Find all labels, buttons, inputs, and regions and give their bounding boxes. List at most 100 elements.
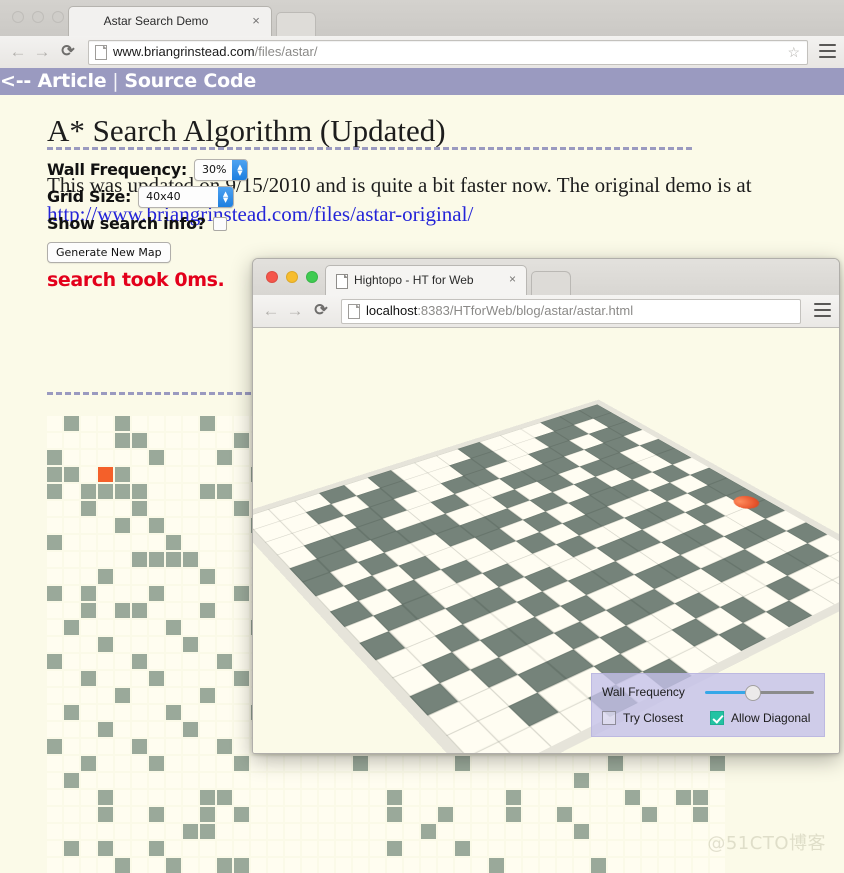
grid-cell-wall[interactable] xyxy=(98,569,113,584)
grid-cell-empty[interactable] xyxy=(166,501,181,516)
grid-cell-wall[interactable] xyxy=(132,603,147,618)
grid-cell-empty[interactable] xyxy=(387,756,402,771)
grid-cell-empty[interactable] xyxy=(251,790,266,805)
grid-cell-empty[interactable] xyxy=(81,773,96,788)
grid-cell-empty[interactable] xyxy=(404,824,419,839)
grid-cell-empty[interactable] xyxy=(642,858,657,873)
minimize-window-button[interactable] xyxy=(32,11,44,23)
grid-cell-empty[interactable] xyxy=(489,824,504,839)
grid-cell-wall[interactable] xyxy=(234,433,249,448)
grid-cell-empty[interactable] xyxy=(98,552,113,567)
address-bar[interactable]: www.briangrinstead.com/files/astar/ ☆ xyxy=(88,40,808,65)
grid-cell-empty[interactable] xyxy=(251,858,266,873)
grid-cell-wall[interactable] xyxy=(455,756,470,771)
grid-cell-empty[interactable] xyxy=(506,773,521,788)
grid-cell-empty[interactable] xyxy=(336,807,351,822)
grid-cell-wall[interactable] xyxy=(98,637,113,652)
grid-cell-empty[interactable] xyxy=(166,739,181,754)
maximize-window-button[interactable] xyxy=(306,271,318,283)
grid-cell-empty[interactable] xyxy=(472,841,487,856)
grid-cell-empty[interactable] xyxy=(421,858,436,873)
grid-cell-empty[interactable] xyxy=(710,858,725,873)
grid-cell-wall[interactable] xyxy=(132,654,147,669)
grid-cell-empty[interactable] xyxy=(404,790,419,805)
grid-cell-wall[interactable] xyxy=(506,790,521,805)
grid-cell-wall[interactable] xyxy=(200,603,215,618)
grid-cell-empty[interactable] xyxy=(64,654,79,669)
grid-cell-empty[interactable] xyxy=(64,858,79,873)
grid-cell-empty[interactable] xyxy=(132,824,147,839)
grid-cell-empty[interactable] xyxy=(149,790,164,805)
grid-cell-empty[interactable] xyxy=(115,722,130,737)
grid-cell-empty[interactable] xyxy=(438,824,453,839)
grid-cell-wall[interactable] xyxy=(132,552,147,567)
grid-cell-wall[interactable] xyxy=(166,620,181,635)
grid-cell-empty[interactable] xyxy=(149,688,164,703)
close-window-button[interactable] xyxy=(12,11,24,23)
grid-cell-empty[interactable] xyxy=(166,824,181,839)
grid-cell-empty[interactable] xyxy=(268,773,283,788)
grid-cell-empty[interactable] xyxy=(217,620,232,635)
grid-cell-empty[interactable] xyxy=(47,433,62,448)
maximize-window-button[interactable] xyxy=(52,11,64,23)
grid-cell-empty[interactable] xyxy=(200,501,215,516)
grid-cell-empty[interactable] xyxy=(149,569,164,584)
grid-cell-empty[interactable] xyxy=(472,790,487,805)
grid-cell-empty[interactable] xyxy=(166,807,181,822)
grid-cell-empty[interactable] xyxy=(183,773,198,788)
grid-cell-empty[interactable] xyxy=(523,790,538,805)
grid-cell-wall[interactable] xyxy=(47,450,62,465)
grid-cell-empty[interactable] xyxy=(64,484,79,499)
grid-cell-empty[interactable] xyxy=(132,416,147,431)
grid-cell-empty[interactable] xyxy=(353,824,368,839)
grid-cell-empty[interactable] xyxy=(523,824,538,839)
grid-cell-wall[interactable] xyxy=(149,552,164,567)
grid-cell-empty[interactable] xyxy=(710,790,725,805)
grid-cell-empty[interactable] xyxy=(132,858,147,873)
forward-icon[interactable]: → xyxy=(285,301,305,321)
grid-cell-empty[interactable] xyxy=(693,858,708,873)
grid-cell-empty[interactable] xyxy=(47,603,62,618)
grid-cell-wall[interactable] xyxy=(149,756,164,771)
grid-cell-empty[interactable] xyxy=(234,450,249,465)
grid-cell-empty[interactable] xyxy=(506,756,521,771)
grid-cell-empty[interactable] xyxy=(64,535,79,550)
grid-cell-empty[interactable] xyxy=(64,518,79,533)
grid-cell-empty[interactable] xyxy=(251,756,266,771)
grid-cell-empty[interactable] xyxy=(217,586,232,601)
grid-cell-wall[interactable] xyxy=(489,858,504,873)
grid-cell-empty[interactable] xyxy=(132,790,147,805)
grid-cell-wall[interactable] xyxy=(115,416,130,431)
grid-cell-empty[interactable] xyxy=(115,586,130,601)
grid-cell-wall[interactable] xyxy=(115,433,130,448)
grid-cell-empty[interactable] xyxy=(200,535,215,550)
grid-cell-empty[interactable] xyxy=(183,603,198,618)
grid-cell-wall[interactable] xyxy=(183,824,198,839)
grid-cell-wall[interactable] xyxy=(387,841,402,856)
grid-cell-wall[interactable] xyxy=(234,671,249,686)
grid-cell-empty[interactable] xyxy=(710,807,725,822)
grid-cell-empty[interactable] xyxy=(336,858,351,873)
grid-cell-empty[interactable] xyxy=(234,790,249,805)
grid-cell-empty[interactable] xyxy=(234,620,249,635)
grid-cell-empty[interactable] xyxy=(387,773,402,788)
grid-cell-wall[interactable] xyxy=(47,586,62,601)
grid-cell-empty[interactable] xyxy=(200,586,215,601)
grid-cell-empty[interactable] xyxy=(319,807,334,822)
grid-cell-empty[interactable] xyxy=(64,722,79,737)
grid-cell-wall[interactable] xyxy=(132,433,147,448)
grid-cell-empty[interactable] xyxy=(183,756,198,771)
grid-cell-empty[interactable] xyxy=(642,790,657,805)
grid-cell-empty[interactable] xyxy=(98,450,113,465)
grid-cell-empty[interactable] xyxy=(64,586,79,601)
grid-cell-empty[interactable] xyxy=(98,654,113,669)
grid-cell-empty[interactable] xyxy=(166,773,181,788)
grid-cell-empty[interactable] xyxy=(115,654,130,669)
grid-cell-empty[interactable] xyxy=(115,790,130,805)
grid-cell-empty[interactable] xyxy=(625,858,640,873)
grid-cell-empty[interactable] xyxy=(523,756,538,771)
show-search-info-checkbox[interactable] xyxy=(212,216,227,231)
grid-cell-empty[interactable] xyxy=(438,790,453,805)
grid-cell-empty[interactable] xyxy=(625,807,640,822)
grid-cell-empty[interactable] xyxy=(183,586,198,601)
